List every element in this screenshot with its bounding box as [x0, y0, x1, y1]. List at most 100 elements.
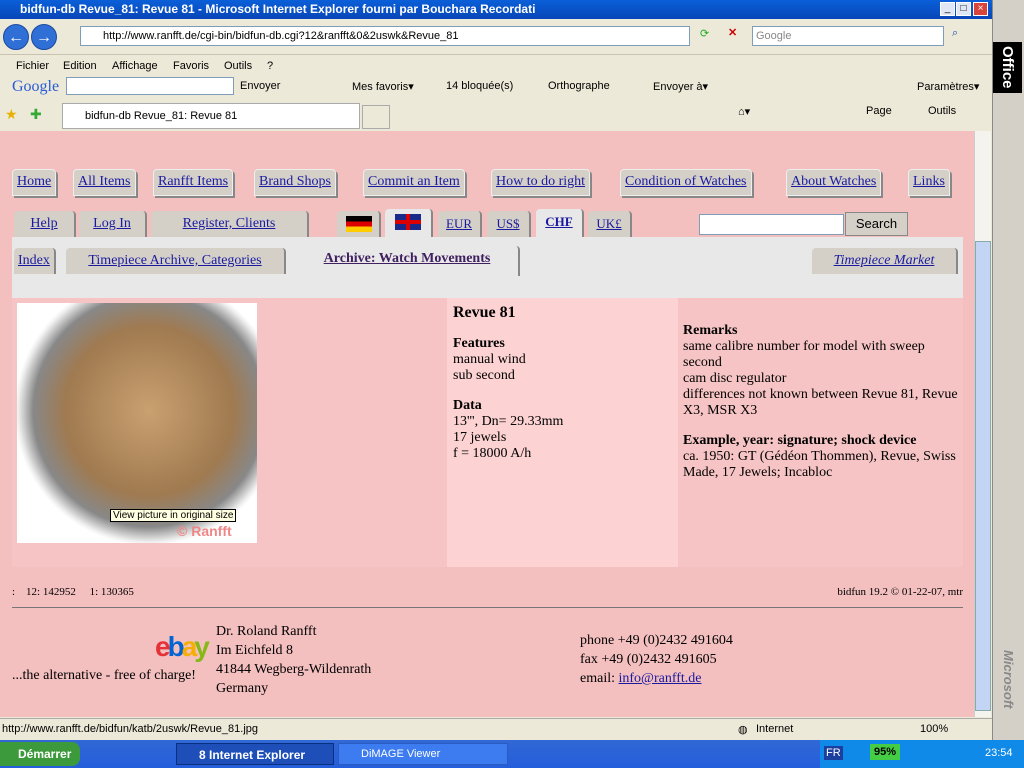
google-toolbar: Google Envoyer Mes favoris▾ 14 bloquée(s… — [0, 76, 992, 98]
subnav-archive[interactable]: Timepiece Archive, Categories — [66, 248, 286, 274]
battery-indicator: 95% — [870, 744, 901, 760]
tooltip: View picture in original size — [110, 509, 237, 522]
home-icon[interactable]: ⌂▾ — [738, 105, 750, 118]
remark: cam disc regulator — [683, 371, 787, 386]
nav-ranfft-items[interactable]: Ranfft Items — [153, 169, 234, 196]
phone: phone +49 (0)2432 491604 — [580, 633, 733, 648]
item-title: Revue 81 — [453, 304, 516, 321]
nav-home[interactable]: Home — [12, 169, 57, 196]
language-indicator[interactable]: FR — [824, 746, 843, 760]
search-input[interactable]: Google — [752, 26, 944, 46]
photo-watermark: © Ranfft — [177, 523, 232, 539]
google-search-input[interactable] — [66, 77, 234, 95]
send-to-button[interactable]: Envoyer à▾ — [653, 80, 708, 93]
nav-commit-item[interactable]: Commit an Item — [363, 169, 465, 196]
flag-uk[interactable] — [385, 209, 433, 237]
flag-german[interactable] — [337, 211, 381, 237]
google-logo: Google — [12, 78, 60, 95]
movement-photo[interactable]: © Ranfft View picture in original size — [17, 303, 257, 543]
version: bidfun 19.2 © 01-22-07, mtr — [837, 586, 963, 598]
forward-button[interactable]: → — [31, 24, 57, 50]
currency-gbp[interactable]: UK£ — [588, 211, 632, 237]
back-button[interactable]: ← — [3, 24, 29, 50]
zoom-level[interactable]: 100% — [920, 723, 948, 735]
address-line: Im Eichfeld 8 — [216, 643, 293, 658]
start-button[interactable]: Démarrer — [0, 742, 80, 766]
globe-icon: ◍ — [738, 724, 748, 736]
nav-links[interactable]: Links — [908, 169, 950, 196]
email-link[interactable]: info@ranfft.de — [619, 671, 702, 686]
title-bar: bidfun-db Revue_81: Revue 81 - Microsoft… — [0, 0, 992, 19]
nav-brand-shops[interactable]: Brand Shops — [254, 169, 336, 196]
add-favorite-icon[interactable]: ✚ — [30, 106, 42, 123]
features-heading: Features — [453, 336, 505, 351]
data-heading: Data — [453, 398, 482, 413]
subnav-index[interactable]: Index — [14, 248, 56, 274]
address-line: Dr. Roland Ranfft — [216, 624, 317, 639]
menu-favorites[interactable]: Favoris — [173, 60, 209, 72]
spellcheck-button[interactable]: Orthographe — [548, 80, 610, 92]
vertical-scrollbar[interactable] — [974, 131, 991, 717]
favorites-star-icon[interactable]: ★ — [5, 106, 18, 123]
close-button[interactable]: × — [973, 2, 988, 16]
nav-about-watches[interactable]: About Watches — [786, 169, 882, 196]
tools-menu[interactable]: Outils — [928, 105, 956, 117]
currency-eur[interactable]: EUR — [438, 211, 482, 237]
page-menu[interactable]: Page — [866, 105, 892, 117]
favorites-button[interactable]: Mes favoris▾ — [352, 80, 414, 93]
alt-slogan: ...the alternative - free of charge! — [12, 668, 196, 683]
stop-icon[interactable]: ✕ — [728, 26, 737, 39]
address-line: 41844 Wegberg-Wildenrath — [216, 662, 372, 677]
data-value: f = 18000 A/h — [453, 446, 532, 461]
menu-file[interactable]: Fichier — [16, 60, 49, 72]
office-bar: Office Microsoft — [992, 0, 1024, 740]
window-title: bidfun-db Revue_81: Revue 81 - Microsoft… — [20, 2, 536, 16]
data-value: 13''', Dn= 29.33mm — [453, 414, 564, 429]
taskbar-dimage[interactable]: DiMAGE Viewer — [338, 743, 508, 765]
tab-bar: ★ ✚ bidfun-db Revue_81: Revue 81 ⌂▾ Page… — [0, 101, 992, 131]
status-url: http://www.ranfft.de/bidfun/katb/2uswk/R… — [2, 723, 259, 735]
postal-address: Dr. Roland Ranfft Im Eichfeld 8 41844 We… — [216, 622, 371, 698]
nav-all-items[interactable]: All Items — [73, 169, 136, 196]
url-input[interactable]: http://www.ranfft.de/cgi-bin/bidfun-db.c… — [80, 26, 690, 46]
tab-help[interactable]: Help — [14, 211, 76, 237]
tab-register[interactable]: Register, Clients — [151, 211, 309, 237]
feature: manual wind — [453, 352, 526, 367]
subnav-movements[interactable]: Archive: Watch Movements — [296, 246, 520, 276]
settings-button[interactable]: Paramètres▾ — [917, 80, 979, 93]
site-search-button[interactable]: Search — [845, 212, 908, 236]
subnav-market[interactable]: Timepiece Market — [812, 248, 958, 274]
web-page: Home All Items Ranfft Items Brand Shops … — [0, 131, 974, 717]
site-search-input[interactable] — [699, 214, 844, 235]
nav-how-to[interactable]: How to do right — [491, 169, 591, 196]
menu-tools[interactable]: Outils — [224, 60, 252, 72]
nav-condition[interactable]: Condition of Watches — [620, 169, 752, 196]
data-value: 17 jewels — [453, 430, 507, 445]
search-icon[interactable]: ⌕ — [952, 27, 958, 40]
example-text: ca. 1950: GT (Gédéon Thommen), Revue, Sw… — [683, 449, 956, 480]
menu-edit[interactable]: Edition — [63, 60, 97, 72]
maximize-button[interactable]: □ — [956, 2, 971, 16]
popup-blocker[interactable]: 14 bloquée(s) — [446, 80, 513, 92]
menu-bar: Fichier Edition Affichage Favoris Outils… — [0, 56, 992, 78]
address-line: Germany — [216, 681, 269, 696]
new-tab-button[interactable] — [362, 105, 390, 129]
menu-view[interactable]: Affichage — [112, 60, 158, 72]
currency-usd[interactable]: US$ — [487, 211, 531, 237]
remark: same calibre number for model with sweep… — [683, 339, 925, 370]
google-send-button[interactable]: Envoyer — [240, 80, 280, 92]
taskbar-ie[interactable]: 8 Internet Explorer — [176, 743, 334, 765]
ebay-logo[interactable]: ebay — [155, 631, 210, 663]
tab-login[interactable]: Log In — [79, 211, 147, 237]
browser-tab[interactable]: bidfun-db Revue_81: Revue 81 — [62, 103, 360, 129]
minimize-button[interactable]: _ — [940, 2, 955, 16]
contact: phone +49 (0)2432 491604 fax +49 (0)2432… — [580, 631, 733, 688]
divider — [12, 607, 963, 608]
menu-help[interactable]: ? — [267, 60, 273, 72]
remarks-heading: Remarks — [683, 323, 738, 338]
refresh-icon[interactable]: ⟳ — [700, 27, 709, 40]
example-heading: Example, year: signature; shock device — [683, 433, 917, 448]
item-details: Revue 81 Features manual wind sub second… — [447, 298, 678, 567]
taskbar: Démarrer 8 Internet Explorer DiMAGE View… — [0, 740, 1024, 768]
currency-chf[interactable]: CHF — [536, 209, 584, 237]
